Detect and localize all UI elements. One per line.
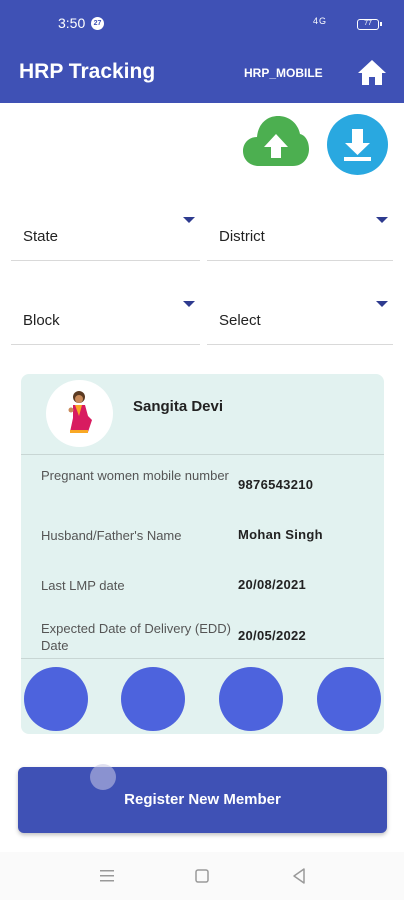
state-select[interactable]: State [11,211,200,261]
home-icon[interactable] [357,58,387,86]
village-select-label: Select [219,312,261,329]
lmp-date-label: Last LMP date [41,578,125,593]
pregnant-woman-icon [68,391,92,433]
action-button-3[interactable] [219,667,283,731]
district-select-label: District [219,228,265,245]
app-bar: HRP Tracking HRP_MOBILE [0,40,404,103]
download-button[interactable] [327,114,388,175]
chevron-down-icon [376,301,388,307]
avatar [46,380,113,447]
member-name: Sangita Devi [133,398,224,415]
menu-icon[interactable] [95,864,119,888]
home-square-icon[interactable] [190,864,214,888]
status-bar: 3:50 27 4G 77 [0,0,404,40]
block-select-label: Block [23,312,60,329]
register-new-member-button[interactable]: Register New Member [18,767,387,833]
touch-indicator [90,764,116,790]
block-select[interactable]: Block [11,295,200,345]
card-divider [21,658,384,659]
village-select[interactable]: Select [207,295,393,345]
husband-name-label: Husband/Father's Name [41,528,182,543]
notification-badge: 27 [91,17,104,30]
edd-date-label: Expected Date of Delivery (EDD) Date [41,621,232,653]
app-title: HRP Tracking [19,60,156,83]
district-select[interactable]: District [207,211,393,261]
edd-date-value: 20/05/2022 [238,628,307,643]
mobile-number-label: Pregnant women mobile number [41,468,229,483]
cloud-upload-icon[interactable] [243,112,309,167]
system-nav-bar [0,852,404,900]
chevron-down-icon [183,217,195,223]
action-button-2[interactable] [121,667,185,731]
action-button-1[interactable] [24,667,88,731]
husband-name-value: Mohan Singh [238,527,323,542]
member-card[interactable]: Sangita Devi Pregnant women mobile numbe… [21,374,384,734]
mobile-number-value: 9876543210 [238,477,314,492]
state-select-label: State [23,228,59,245]
network-indicator: 4G [313,16,328,26]
battery-icon: 77 [357,19,382,30]
status-time: 3:50 [58,15,86,31]
download-icon [344,129,371,161]
chevron-down-icon [183,301,195,307]
back-icon[interactable] [287,864,311,888]
card-divider [21,454,384,455]
app-subtitle: HRP_MOBILE [244,66,323,80]
chevron-down-icon [376,217,388,223]
action-button-4[interactable] [317,667,381,731]
lmp-date-value: 20/08/2021 [238,577,307,592]
